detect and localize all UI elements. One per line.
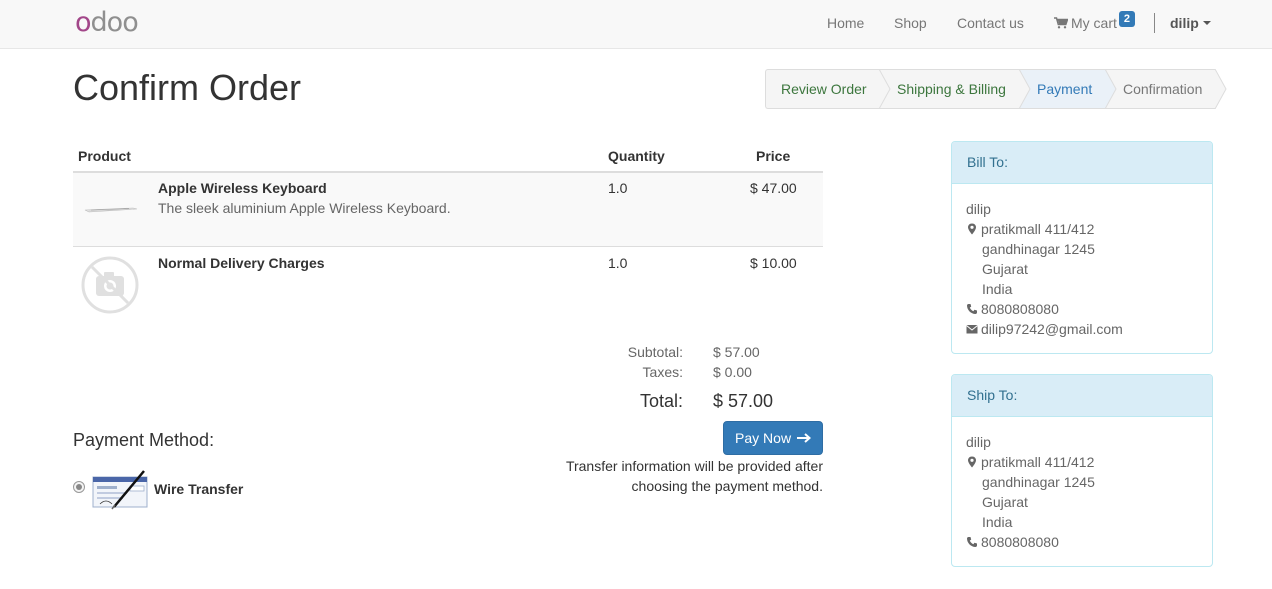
payment-method-title: Payment Method:	[73, 430, 215, 450]
product-quantity: 1.0	[608, 180, 628, 196]
table-row: Normal Delivery Charges 1.0 $ 10.00	[73, 248, 823, 322]
address-state: Gujarat	[982, 494, 1028, 510]
bill-to-panel: Bill To: dilip pratikmall 411/412 gandhi…	[951, 141, 1213, 354]
wizard-step-review-order[interactable]: Review Order	[765, 69, 891, 109]
wire-transfer-radio[interactable]	[73, 481, 85, 493]
phone-icon	[967, 537, 977, 547]
address-country: India	[982, 514, 1013, 530]
nav-shop[interactable]: Shop	[894, 0, 927, 49]
wizard-step-payment[interactable]: Payment	[1019, 69, 1117, 109]
nav-my-cart[interactable]: My cart 2	[1054, 0, 1136, 49]
table-row: Apple Wireless Keyboard The sleek alumin…	[73, 173, 823, 247]
address-phone: 8080808080	[981, 534, 1059, 550]
total-label: Total:	[639, 391, 683, 411]
bill-to-address: dilip pratikmall 411/412 gandhinagar 124…	[952, 184, 1212, 339]
step-divider	[1105, 69, 1117, 109]
step-divider	[1019, 69, 1031, 109]
pay-now-button[interactable]: Pay Now	[723, 421, 823, 455]
user-menu[interactable]: dilip	[1170, 0, 1211, 49]
wizard-step-label: Payment	[1037, 81, 1093, 97]
wizard-step-shipping-billing[interactable]: Shipping & Billing	[879, 69, 1031, 109]
ship-to-panel: Ship To: dilip pratikmall 411/412 gandhi…	[951, 374, 1213, 567]
wizard-step-label: Shipping & Billing	[897, 81, 1006, 97]
address-street: pratikmall 411/412	[981, 221, 1095, 237]
taxes-value: $ 0.00	[713, 364, 752, 380]
address-email-line: dilip97242@gmail.com	[966, 319, 1198, 339]
logo-first-letter: o	[75, 7, 92, 38]
nav-home[interactable]: Home	[827, 0, 864, 49]
map-marker-icon	[968, 223, 976, 235]
cart-label: My cart	[1071, 15, 1117, 31]
address-city: gandhinagar 1245	[982, 474, 1095, 490]
phone-icon	[967, 304, 977, 314]
subtotal-label: Subtotal:	[627, 344, 683, 360]
ship-to-address: dilip pratikmall 411/412 gandhinagar 124…	[952, 417, 1212, 552]
address-country: India	[982, 281, 1013, 297]
address-street-line: pratikmall 411/412	[966, 219, 1198, 239]
product-price: $ 10.00	[750, 255, 797, 271]
keyboard-image	[84, 207, 138, 213]
wizard-step-label: Confirmation	[1123, 81, 1203, 97]
nav-contact-us[interactable]: Contact us	[957, 0, 1024, 49]
ship-to-title: Ship To:	[952, 375, 1212, 417]
arrow-right-icon	[796, 433, 811, 443]
address-street: pratikmall 411/412	[981, 454, 1095, 470]
address-street-line: pratikmall 411/412	[966, 452, 1198, 472]
envelope-icon	[966, 325, 978, 334]
column-header-product: Product	[78, 148, 131, 164]
address-name: dilip	[966, 434, 991, 450]
product-name[interactable]: Normal Delivery Charges	[158, 255, 325, 271]
address-email[interactable]: dilip97242@gmail.com	[981, 321, 1123, 337]
taxes-label: Taxes:	[642, 364, 683, 380]
no-image-icon	[81, 256, 139, 314]
subtotal-value: $ 57.00	[713, 344, 760, 360]
total-value: $ 57.00	[713, 391, 774, 411]
map-marker-icon	[968, 456, 976, 468]
step-divider	[879, 69, 891, 109]
address-phone-line: 8080808080	[966, 299, 1198, 319]
pay-now-label: Pay Now	[735, 430, 792, 446]
product-description: The sleek aluminium Apple Wireless Keybo…	[158, 200, 451, 216]
cart-icon	[1054, 17, 1068, 29]
product-quantity: 1.0	[608, 255, 628, 271]
page-title: Confirm Order	[73, 67, 302, 108]
checkout-wizard: Review Order Shipping & Billing Payment …	[765, 69, 1227, 109]
address-state: Gujarat	[982, 261, 1028, 277]
product-name[interactable]: Apple Wireless Keyboard	[158, 180, 327, 196]
wizard-step-label: Review Order	[781, 81, 867, 97]
nav-separator	[1154, 13, 1155, 33]
caret-down-icon	[1202, 21, 1211, 25]
wire-transfer-label[interactable]: Wire Transfer	[154, 481, 243, 497]
bill-to-title: Bill To:	[952, 142, 1212, 184]
address-phone: 8080808080	[981, 301, 1059, 317]
address-name: dilip	[966, 201, 991, 217]
step-divider	[1215, 69, 1227, 109]
odoo-logo[interactable]: odoo	[75, 7, 139, 38]
user-name: dilip	[1170, 15, 1199, 31]
transfer-info-text: Transfer information will be provided af…	[565, 458, 823, 494]
product-price: $ 47.00	[750, 180, 797, 196]
address-city: gandhinagar 1245	[982, 241, 1095, 257]
column-header-quantity: Quantity	[608, 148, 665, 164]
wizard-step-confirmation[interactable]: Confirmation	[1105, 69, 1227, 109]
column-header-price: Price	[756, 148, 791, 164]
navbar: odoo Home Shop Contact us My cart 2 dilip	[0, 0, 1272, 49]
wire-transfer-image[interactable]	[92, 469, 150, 511]
address-phone-line: 8080808080	[966, 532, 1198, 552]
cart-count-badge: 2	[1118, 11, 1136, 27]
logo-rest: doo	[90, 7, 139, 38]
